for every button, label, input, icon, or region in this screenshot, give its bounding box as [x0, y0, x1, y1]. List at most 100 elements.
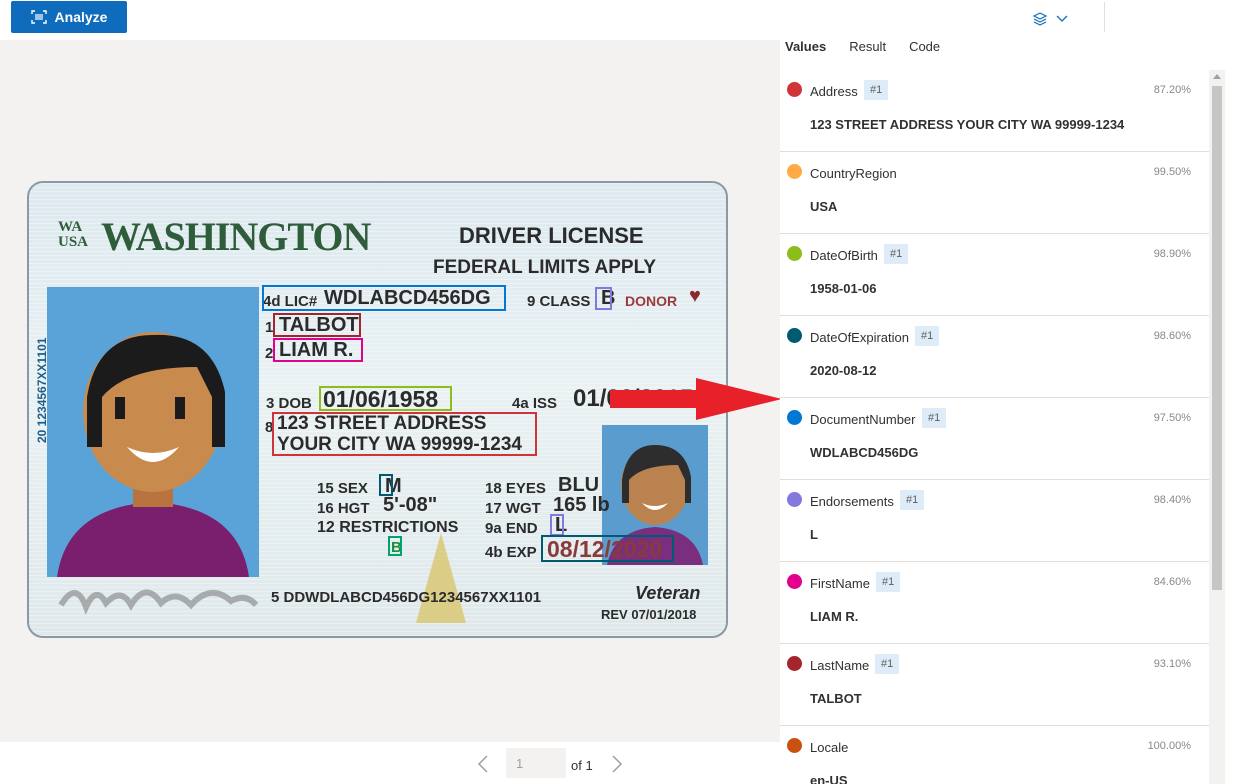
field-name: LastName [810, 658, 870, 673]
field-index-badge[interactable]: #1 [875, 654, 900, 674]
results-tabs: Values Result Code [780, 40, 958, 70]
portrait-photo [47, 287, 259, 577]
field-item[interactable]: Locale 100.00% en-US [780, 726, 1210, 784]
field-confidence: 98.90% [1153, 248, 1191, 260]
document-canvas[interactable]: WA USA WASHINGTON DRIVER LICENSE FEDERAL… [0, 40, 782, 742]
height-label: 16 HGT [317, 500, 370, 517]
first-name-highlight[interactable] [273, 338, 363, 362]
field-color-dot [787, 82, 802, 97]
page-number-input[interactable] [506, 748, 566, 778]
field-name: Endorsements [810, 494, 894, 509]
chevron-right-icon[interactable] [608, 754, 624, 774]
arrow-annotation-icon [610, 378, 782, 420]
weight-label: 17 WGT [485, 500, 541, 517]
page-count-label: of 1 [571, 758, 593, 773]
class-label: 9 CLASS [527, 293, 591, 310]
results-panel: Values Result Code Address #1 87.20% 123 ST… [780, 40, 1239, 784]
field-value: 1958-01-06 [810, 281, 877, 296]
address-highlight[interactable] [272, 412, 537, 456]
field-value: WDLABCD456DG [810, 445, 919, 460]
field-index-badge[interactable]: #1 [876, 572, 901, 592]
restrictions-highlight[interactable] [388, 536, 402, 556]
tab-result[interactable]: Result [849, 40, 886, 70]
field-name: DocumentNumber [810, 412, 916, 427]
field-value: 123 STREET ADDRESS YOUR CITY WA 99999-12… [810, 117, 1125, 132]
expiration-highlight[interactable] [541, 535, 674, 562]
eyes-label: 18 EYES [485, 480, 546, 497]
field-item[interactable]: Endorsements #1 98.40% L [780, 480, 1210, 562]
revision-date: REV 07/01/2018 [601, 607, 697, 622]
dd-number: 5 DDWDLABCD456DG1234567XX1101 [271, 589, 542, 606]
sex-label: 15 SEX [317, 480, 368, 497]
field-color-dot [787, 656, 802, 671]
endorsements-label: 9a END [485, 520, 538, 537]
field-item[interactable]: DateOfBirth #1 98.90% 1958-01-06 [780, 234, 1210, 316]
toolbar-divider [1104, 2, 1105, 32]
state-abbreviation: WA USA [58, 219, 89, 250]
scrollbar[interactable] [1209, 70, 1225, 784]
field-name: FirstName [810, 576, 870, 591]
field-color-dot [787, 246, 802, 261]
portrait-illustration [47, 287, 259, 577]
field-confidence: 84.60% [1153, 576, 1191, 588]
field-value: en-US [810, 773, 848, 784]
tab-code[interactable]: Code [909, 40, 940, 70]
chevron-left-icon[interactable] [476, 754, 492, 774]
layers-icon [1032, 12, 1048, 26]
field-item[interactable]: DocumentNumber #1 97.50% WDLABCD456DG [780, 398, 1210, 480]
field-confidence: 87.20% [1153, 84, 1191, 96]
field-color-dot [787, 574, 802, 589]
field-list: Address #1 87.20% 123 STREET ADDRESS YOUR C… [780, 70, 1210, 784]
field-color-dot [787, 738, 802, 753]
document-title: DRIVER LICENSE [459, 223, 644, 248]
field-index-badge[interactable]: #1 [922, 408, 947, 428]
field-name: DateOfBirth [810, 248, 878, 263]
field-item[interactable]: Address #1 87.20% 123 STREET ADDRESS YOUR C… [780, 70, 1210, 152]
veteran-label: Veteran [635, 583, 701, 603]
class-highlight[interactable] [595, 287, 612, 310]
date-of-birth-highlight[interactable] [319, 386, 452, 411]
document-subtitle: FEDERAL LIMITS APPLY [433, 257, 657, 278]
evergreen-tree-icon [411, 533, 471, 636]
heart-icon: ♥ [689, 285, 701, 307]
field-index-badge[interactable]: #1 [864, 80, 889, 100]
restrictions-label: 12 RESTRICTIONS [317, 519, 459, 536]
donor-label: DONOR [625, 293, 678, 309]
analyze-button[interactable]: Analyze [11, 1, 127, 33]
document-number-highlight[interactable] [262, 285, 506, 311]
top-toolbar: Analyze [0, 0, 1239, 40]
field-name: CountryRegion [810, 166, 897, 181]
field-color-dot [787, 410, 802, 425]
field-value: USA [810, 199, 838, 214]
field-item[interactable]: CountryRegion 99.50% USA [780, 152, 1210, 234]
scan-icon [30, 10, 47, 24]
page-navigator: of 1 [0, 742, 780, 784]
tab-values[interactable]: Values [785, 40, 826, 70]
field-item[interactable]: LastName #1 93.10% TALBOT [780, 644, 1210, 726]
layers-dropdown[interactable] [1032, 8, 1076, 30]
field-confidence: 93.10% [1153, 658, 1191, 670]
expiration-label: 4b EXP [485, 544, 537, 561]
scrollbar-thumb[interactable] [1212, 86, 1222, 590]
last-name-highlight[interactable] [273, 313, 361, 337]
field-name: DateOfExpiration [810, 330, 909, 345]
field-item[interactable]: DateOfExpiration #1 98.60% 2020-08-12 [780, 316, 1210, 398]
field-value: TALBOT [810, 691, 862, 706]
sex-highlight[interactable] [379, 474, 393, 496]
field-confidence: 99.50% [1153, 166, 1191, 178]
signature [51, 575, 261, 621]
endorsements-highlight[interactable] [550, 514, 564, 536]
field-value: LIAM R. [810, 609, 859, 624]
field-color-dot [787, 164, 802, 179]
field-name: Locale [810, 740, 849, 755]
field-index-badge[interactable]: #1 [884, 244, 909, 264]
state-name: WASHINGTON [101, 214, 371, 259]
field-index-badge[interactable]: #1 [900, 490, 925, 510]
field-confidence: 98.40% [1153, 494, 1191, 506]
height-value: 5'-08" [383, 494, 438, 516]
field-item[interactable]: FirstName #1 84.60% LIAM R. [780, 562, 1210, 644]
scroll-up-arrow-icon[interactable] [1213, 74, 1221, 79]
field-index-badge[interactable]: #1 [915, 326, 940, 346]
field-value: L [810, 527, 818, 542]
field-confidence: 97.50% [1153, 412, 1191, 424]
